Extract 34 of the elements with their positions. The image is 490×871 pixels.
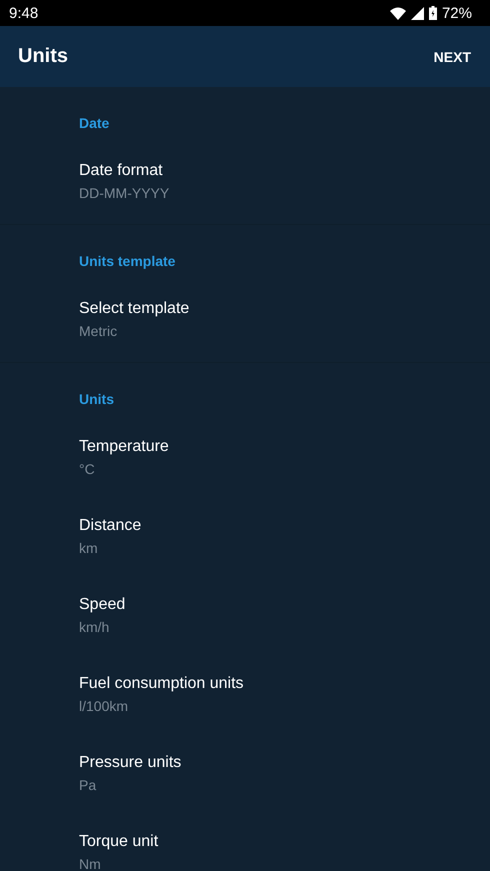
setting-value: °C: [79, 460, 96, 479]
settings-item[interactable]: Speed km/h: [0, 579, 490, 658]
section-header: Units template: [78, 252, 176, 271]
settings-item[interactable]: Select template Metric: [0, 283, 490, 362]
status-time: 9:48: [9, 4, 38, 22]
setting-value: Metric: [79, 322, 118, 341]
screen-title: Units: [18, 45, 68, 68]
settings-item[interactable]: Temperature °C: [0, 421, 490, 500]
setting-title: Pressure units: [79, 753, 182, 773]
section-header: Date: [78, 114, 110, 133]
settings-item[interactable]: Date format DD-MM-YYYY: [0, 145, 490, 224]
next-button[interactable]: NEXT: [428, 42, 477, 70]
settings-item[interactable]: Pressure units Pa: [0, 737, 490, 816]
setting-title: Date format: [79, 161, 164, 181]
setting-value: km/h: [79, 618, 110, 637]
setting-value: Pa: [79, 776, 98, 795]
setting-value: DD-MM-YYYY: [79, 184, 170, 203]
signal-icon: [410, 6, 424, 20]
section-header: Units: [78, 390, 115, 409]
battery-percent: 72%: [442, 4, 472, 22]
setting-value: km: [79, 539, 99, 558]
settings-item[interactable]: Torque unit Nm: [0, 816, 490, 871]
setting-title: Temperature: [79, 437, 170, 457]
setting-title: Fuel consumption units: [79, 674, 245, 694]
setting-title: Select template: [79, 299, 190, 319]
setting-value: l/100km: [79, 697, 130, 716]
settings-item[interactable]: Distance km: [0, 500, 490, 579]
setting-title: Torque unit: [79, 832, 160, 852]
wifi-icon: [390, 6, 406, 20]
setting-title: Distance: [79, 516, 142, 536]
settings-item[interactable]: Fuel consumption units l/100km: [0, 658, 490, 737]
battery-icon: [428, 6, 437, 20]
setting-title: Speed: [79, 595, 126, 615]
setting-value: Nm: [79, 855, 102, 871]
